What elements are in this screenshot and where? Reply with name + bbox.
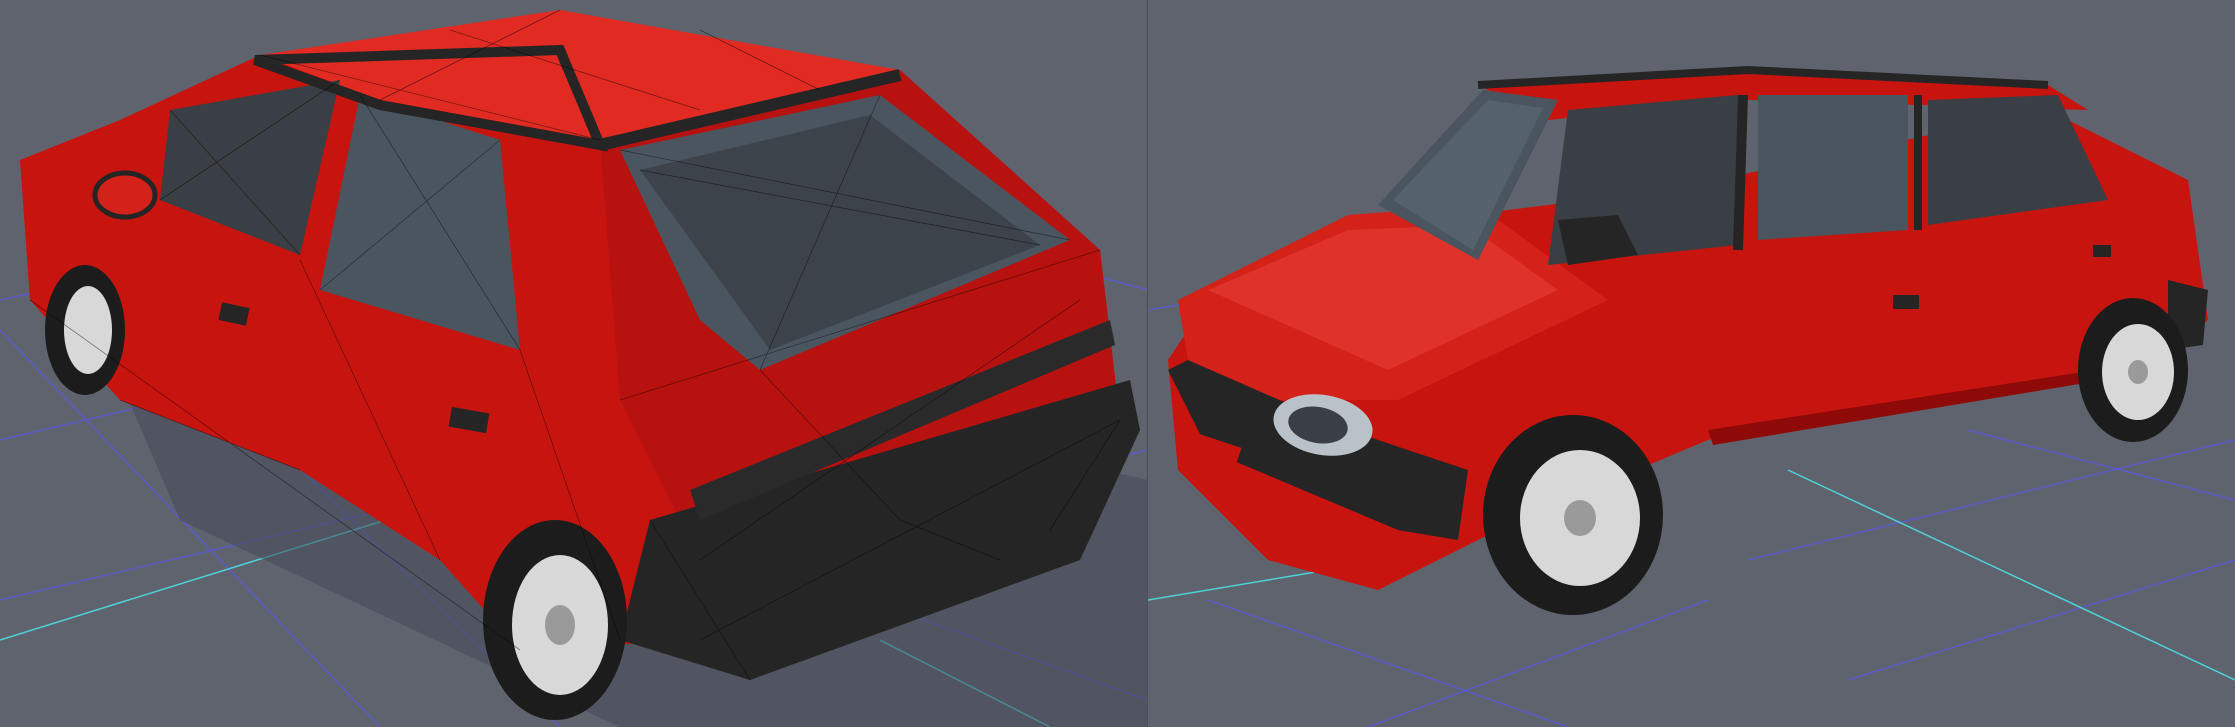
- front-wheel: [45, 265, 125, 395]
- viewport-left-wireframe[interactable]: [0, 0, 1148, 727]
- shaded-car-icon: [1148, 0, 2235, 727]
- viewport-stage: [0, 0, 2235, 727]
- wireframe-car-icon: [0, 0, 1148, 727]
- front-wheel: [1483, 415, 1663, 615]
- rear-wheel: [483, 520, 627, 720]
- viewport-right-shaded[interactable]: [1148, 0, 2235, 727]
- rear-wheel: [2078, 298, 2188, 442]
